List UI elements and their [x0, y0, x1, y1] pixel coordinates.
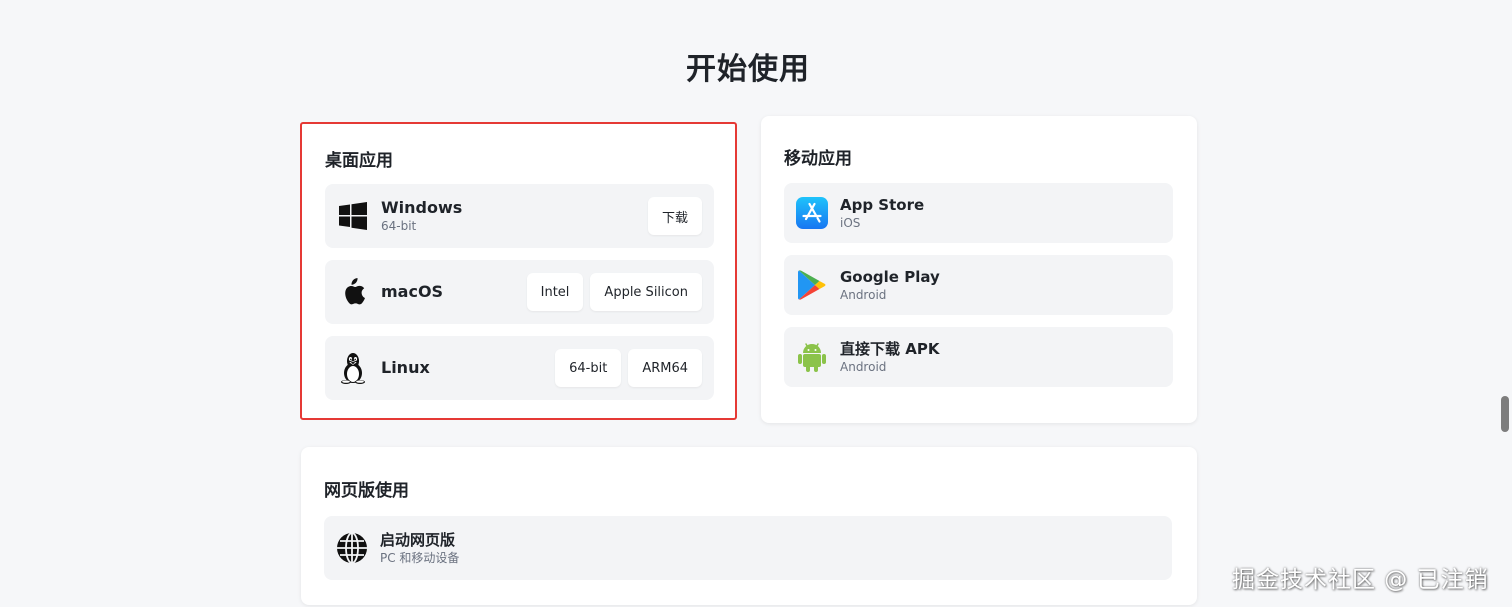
globe-icon [336, 532, 368, 564]
apk-platform: Android [840, 360, 887, 374]
google-play-icon [796, 269, 828, 301]
mobile-row-google-play[interactable]: Google Play Android [784, 255, 1173, 315]
linux-tux-icon [337, 352, 369, 384]
google-play-label: Google Play [840, 268, 940, 286]
watermark: 掘金技术社区 @ 已注销 [1232, 567, 1489, 593]
google-play-platform: Android [840, 288, 887, 302]
app-store-label: App Store [840, 196, 925, 214]
download-row-macos: macOS Intel Apple Silicon [325, 260, 714, 324]
mobile-row-app-store[interactable]: App Store iOS [784, 183, 1173, 243]
windows-download-button[interactable]: 下载 [647, 197, 702, 235]
web-devices-label: PC 和移动设备 [380, 551, 460, 565]
windows-label: Windows [381, 198, 463, 217]
launch-web-label: 启动网页版 [380, 531, 456, 549]
android-icon [796, 341, 828, 373]
desktop-apps-title: 桌面应用 [325, 151, 393, 171]
linux-arm64-button[interactable]: ARM64 [628, 349, 702, 387]
macos-label: macOS [381, 282, 444, 301]
windows-arch-label: 64-bit [381, 219, 417, 233]
page-title: 开始使用 [686, 52, 810, 87]
web-row-launch[interactable]: 启动网页版 PC 和移动设备 [324, 516, 1172, 580]
macos-intel-button[interactable]: Intel [526, 273, 584, 311]
web-app-title: 网页版使用 [324, 481, 409, 501]
scrollbar-thumb[interactable] [1501, 396, 1509, 432]
app-store-platform: iOS [840, 216, 861, 230]
mobile-apps-title: 移动应用 [784, 149, 852, 169]
macos-apple-silicon-button[interactable]: Apple Silicon [590, 273, 702, 311]
mobile-row-apk[interactable]: 直接下载 APK Android [784, 327, 1173, 387]
web-app-card: 网页版使用 启动网页版 PC 和移动设备 [301, 447, 1197, 605]
apple-icon [337, 276, 369, 308]
windows-icon [337, 200, 369, 232]
linux-label: Linux [381, 358, 430, 377]
mobile-apps-card: 移动应用 App Store iOS Google Play Android 直… [761, 116, 1197, 423]
page-scrollbar[interactable] [1496, 0, 1512, 607]
download-row-windows: Windows 64-bit 下载 [325, 184, 714, 248]
desktop-apps-card: 桌面应用 Windows 64-bit 下载 macOS Intel Apple… [300, 122, 737, 420]
linux-64bit-button[interactable]: 64-bit [555, 349, 622, 387]
download-row-linux: Linux 64-bit ARM64 [325, 336, 714, 400]
app-store-icon [796, 197, 828, 229]
apk-download-label: 直接下载 APK [840, 340, 940, 358]
